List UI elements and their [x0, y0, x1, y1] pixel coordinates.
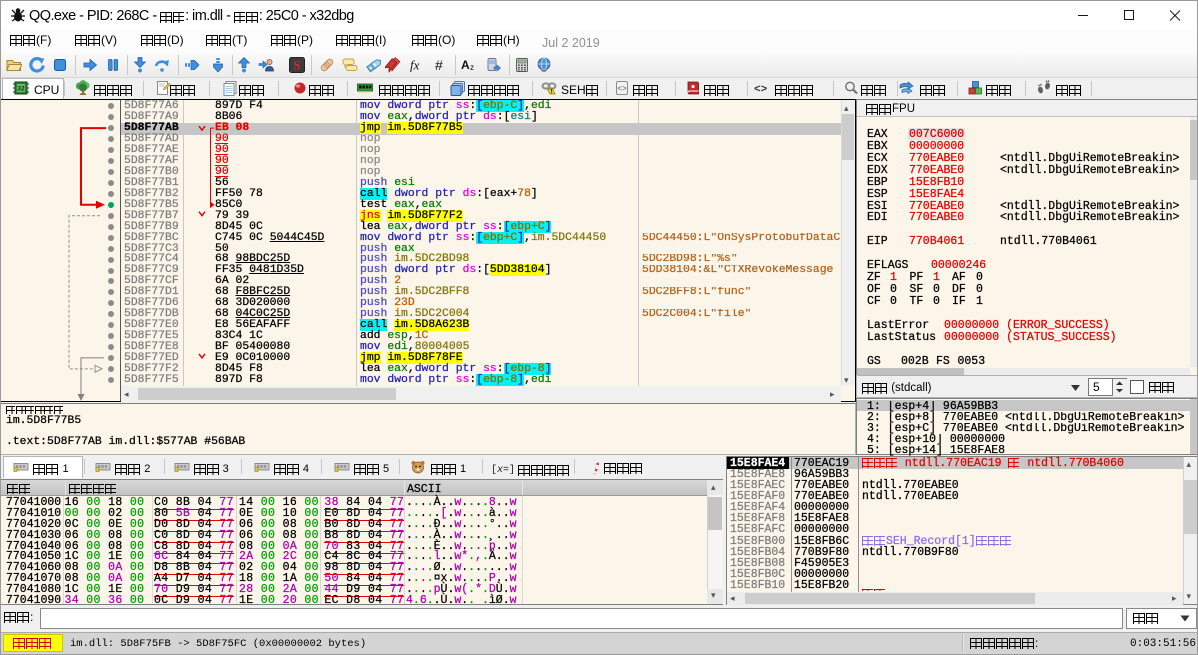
svg-text:#: #	[435, 57, 443, 73]
svg-text:<>: <>	[617, 85, 627, 94]
svg-text:32: 32	[17, 86, 25, 93]
svg-text:!: !	[550, 90, 552, 96]
svg-text:<>: <>	[754, 84, 768, 96]
svg-text:S: S	[293, 58, 300, 73]
svg-text:z: z	[470, 63, 474, 72]
svg-text:fx: fx	[410, 58, 420, 73]
svg-text:A: A	[461, 58, 470, 72]
